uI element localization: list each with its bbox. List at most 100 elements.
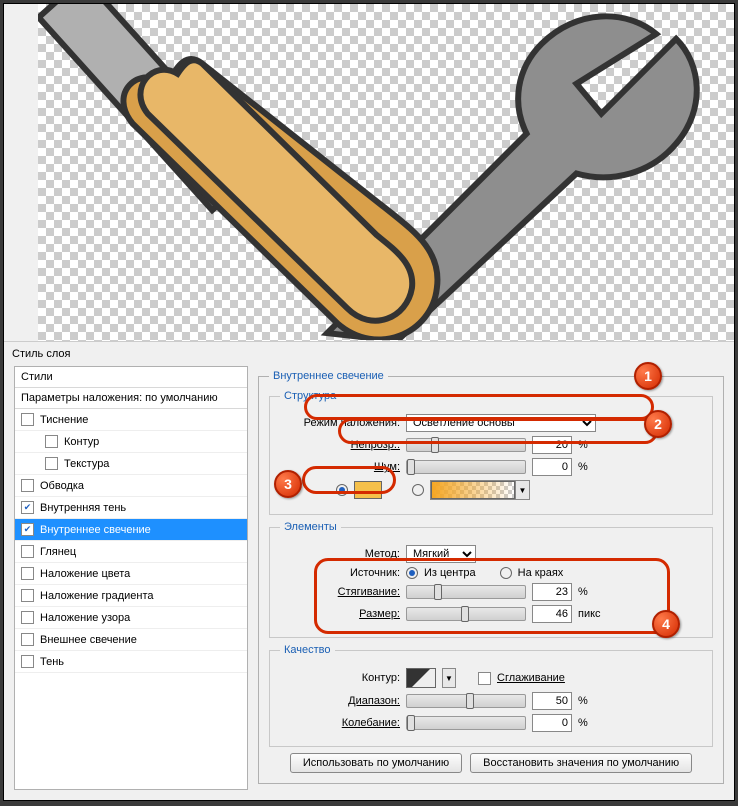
canvas-area — [4, 4, 734, 341]
noise-label[interactable]: Шум: — [280, 461, 400, 473]
contour-picker[interactable] — [406, 668, 436, 688]
elements-group: Элементы Метод: Мягкий Источник: Из цент… — [269, 521, 713, 638]
reset-default-button[interactable]: Восстановить значения по умолчанию — [470, 753, 692, 773]
effect-label: Текстура — [64, 458, 109, 470]
checkbox[interactable] — [21, 545, 34, 558]
source-center-label: Из центра — [424, 567, 476, 579]
effect-label: Глянец — [40, 546, 76, 558]
pct-label: % — [578, 695, 588, 707]
effect-satin[interactable]: Глянец — [15, 541, 247, 563]
checkbox[interactable] — [21, 567, 34, 580]
effect-label: Наложение узора — [40, 612, 130, 624]
effect-emboss[interactable]: Тиснение — [15, 409, 247, 431]
opacity-slider[interactable] — [406, 438, 526, 452]
gradient-radio[interactable] — [412, 484, 424, 496]
checkbox[interactable] — [21, 589, 34, 602]
gradient-picker[interactable]: ▼ — [430, 480, 530, 500]
checkbox[interactable] — [21, 479, 34, 492]
callout-3: 3 — [274, 470, 302, 498]
size-slider[interactable] — [406, 607, 526, 621]
choke-label[interactable]: Стягивание: — [280, 586, 400, 598]
effect-pattern-overlay[interactable]: Наложение узора — [15, 607, 247, 629]
jitter-input[interactable] — [532, 714, 572, 732]
jitter-slider[interactable] — [406, 716, 526, 730]
range-slider[interactable] — [406, 694, 526, 708]
effect-outer-glow[interactable]: Внешнее свечение — [15, 629, 247, 651]
quality-legend: Качество — [280, 644, 335, 656]
source-edge-radio[interactable] — [500, 567, 512, 579]
effect-label: Внутренняя тень — [40, 502, 126, 514]
checkbox[interactable] — [21, 633, 34, 646]
effect-inner-shadow[interactable]: ✔ Внутренняя тень — [15, 497, 247, 519]
checkbox[interactable] — [21, 655, 34, 668]
effect-inner-glow[interactable]: ✔ Внутреннее свечение — [15, 519, 247, 541]
checkbox[interactable]: ✔ — [21, 523, 34, 536]
range-input[interactable] — [532, 692, 572, 710]
contour-label: Контур: — [280, 672, 400, 684]
pct-label: % — [578, 717, 588, 729]
source-edge-label: На краях — [518, 567, 564, 579]
color-radio[interactable] — [336, 484, 348, 496]
effect-label: Контур — [64, 436, 99, 448]
noise-slider[interactable] — [406, 460, 526, 474]
size-input[interactable] — [532, 605, 572, 623]
choke-input[interactable] — [532, 583, 572, 601]
effect-texture[interactable]: Текстура — [15, 453, 247, 475]
jitter-label[interactable]: Колебание: — [280, 717, 400, 729]
method-label: Метод: — [280, 548, 400, 560]
panel-title: Внутреннее свечение — [269, 370, 388, 382]
source-label: Источник: — [280, 567, 400, 579]
noise-input[interactable] — [532, 458, 572, 476]
range-label[interactable]: Диапазон: — [280, 695, 400, 707]
opacity-label[interactable]: Непрозр.: — [280, 439, 400, 451]
chevron-down-icon[interactable]: ▼ — [515, 481, 529, 499]
checkbox[interactable] — [21, 413, 34, 426]
choke-slider[interactable] — [406, 585, 526, 599]
antialias-checkbox[interactable] — [478, 672, 491, 685]
effect-label: Наложение цвета — [40, 568, 130, 580]
effect-stroke[interactable]: Обводка — [15, 475, 247, 497]
callout-2: 2 — [644, 410, 672, 438]
effect-color-overlay[interactable]: Наложение цвета — [15, 563, 247, 585]
effect-label: Наложение градиента — [40, 590, 154, 602]
tools-artwork — [38, 4, 734, 340]
styles-list: Стили Параметры наложения: по умолчанию … — [14, 366, 248, 790]
chevron-down-icon[interactable]: ▼ — [442, 668, 456, 688]
elements-legend: Элементы — [280, 521, 341, 533]
opacity-input[interactable] — [532, 436, 572, 454]
effect-gradient-overlay[interactable]: Наложение градиента — [15, 585, 247, 607]
effect-contour[interactable]: Контур — [15, 431, 247, 453]
size-label[interactable]: Размер: — [280, 608, 400, 620]
antialias-label: Сглаживание — [497, 672, 565, 684]
method-select[interactable]: Мягкий — [406, 545, 476, 563]
effect-label: Тиснение — [40, 414, 88, 426]
quality-group: Качество Контур: ▼ Сглаживание Диапазон: — [269, 644, 713, 747]
checkbox[interactable] — [45, 435, 58, 448]
effect-label: Обводка — [40, 480, 84, 492]
color-swatch[interactable] — [354, 481, 382, 499]
effect-label: Тень — [40, 656, 64, 668]
checkbox[interactable]: ✔ — [21, 501, 34, 514]
callout-1: 1 — [634, 362, 662, 390]
structure-group: Структура Режим наложения: Осветление ос… — [269, 390, 713, 515]
checkbox[interactable] — [45, 457, 58, 470]
effect-label: Внутреннее свечение — [40, 524, 151, 536]
pct-label: % — [578, 461, 588, 473]
layer-style-dialog: Стиль слоя Стили Параметры наложения: по… — [4, 341, 734, 800]
checkbox[interactable] — [21, 611, 34, 624]
pct-label: % — [578, 439, 588, 451]
px-label: пикс — [578, 608, 601, 620]
blend-mode-label: Режим наложения: — [280, 417, 400, 429]
callout-4: 4 — [652, 610, 680, 638]
source-center-radio[interactable] — [406, 567, 418, 579]
structure-legend: Структура — [280, 390, 340, 402]
settings-panel: 1 2 3 4 Внутреннее свечение Структура Ре… — [258, 366, 724, 790]
effect-label: Внешнее свечение — [40, 634, 137, 646]
blend-mode-select[interactable]: Осветление основы — [406, 414, 596, 432]
make-default-button[interactable]: Использовать по умолчанию — [290, 753, 462, 773]
dialog-title: Стиль слоя — [4, 342, 734, 366]
pct-label: % — [578, 586, 588, 598]
blending-options-header[interactable]: Параметры наложения: по умолчанию — [15, 388, 247, 409]
effect-drop-shadow[interactable]: Тень — [15, 651, 247, 673]
styles-header[interactable]: Стили — [15, 367, 247, 388]
